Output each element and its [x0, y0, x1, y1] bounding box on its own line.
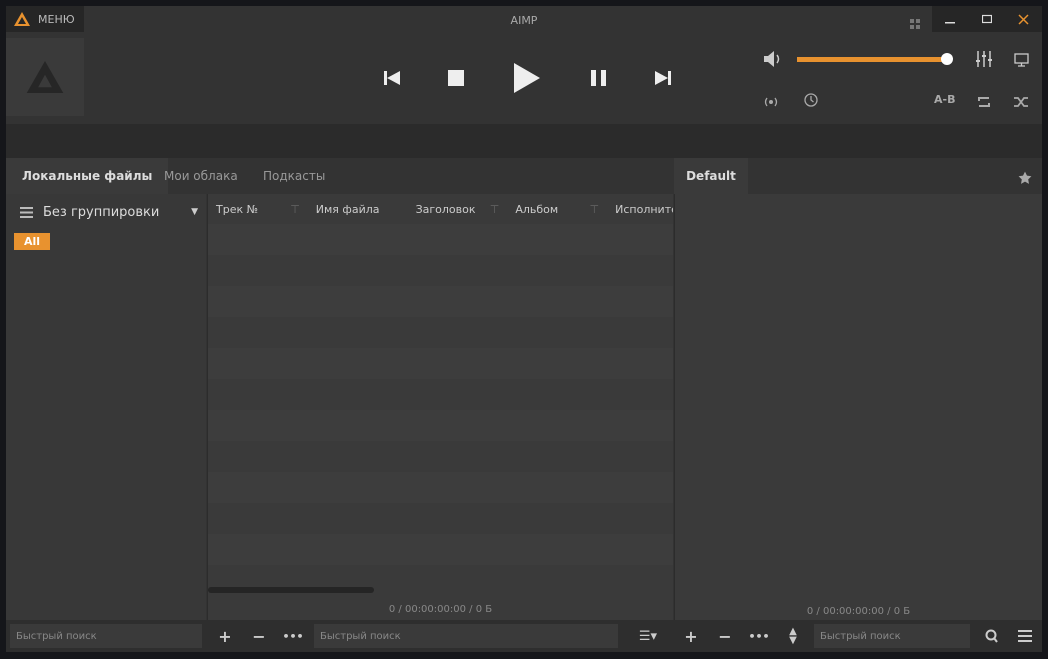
- sort-icon[interactable]: ▲ ▼: [782, 624, 804, 648]
- radio-icon[interactable]: [763, 93, 779, 112]
- previous-button[interactable]: [374, 60, 410, 96]
- sidebar-search-input[interactable]: Быстрый поиск: [10, 624, 202, 648]
- tab-local-files[interactable]: Локальные файлы: [6, 158, 169, 194]
- more-icon[interactable]: •••: [282, 624, 304, 648]
- maximize-button[interactable]: [969, 6, 1006, 32]
- footer-bar: Быстрый поиск + − ••• Быстрый поиск ☰▾ +…: [6, 620, 1042, 652]
- playlist-search-input[interactable]: Быстрый поиск: [814, 624, 970, 648]
- mini-mode-icon[interactable]: [910, 14, 920, 29]
- more-icon[interactable]: •••: [748, 624, 770, 648]
- playlist-menu-icon[interactable]: [1014, 624, 1036, 648]
- aimp-logo-icon: [26, 61, 64, 93]
- search-icon[interactable]: [980, 624, 1002, 648]
- horizontal-scrollbar[interactable]: [208, 587, 374, 593]
- stop-button[interactable]: [438, 60, 474, 96]
- table-header: Трек № ⊤ Имя файла Заголовок ⊤ Альбом ⊤ Исп…: [208, 194, 673, 224]
- volume-handle[interactable]: [941, 53, 953, 65]
- filter-all-badge[interactable]: All: [14, 233, 51, 250]
- close-button[interactable]: [1005, 6, 1042, 32]
- pause-button[interactable]: [581, 60, 617, 96]
- column-header[interactable]: Исполните: [607, 194, 673, 224]
- window-title: AIMP: [510, 14, 538, 27]
- column-header[interactable]: Имя файла: [308, 194, 408, 224]
- aimp-window: МЕНЮ AIMP A-B Локальные файлы Мои облака…: [6, 6, 1042, 652]
- star-icon[interactable]: [1018, 170, 1032, 189]
- shuffle-icon[interactable]: [1014, 93, 1029, 112]
- tab-my-clouds[interactable]: Мои облака: [148, 158, 254, 194]
- add-icon[interactable]: +: [214, 624, 236, 648]
- chevron-down-icon: ▼: [191, 207, 198, 217]
- play-button[interactable]: [509, 60, 545, 96]
- playlist-status: 0 / 00:00:00:00 / 0 Б: [806, 606, 911, 617]
- add-icon[interactable]: +: [680, 624, 702, 648]
- info-strip: [6, 124, 1042, 158]
- grouping-select[interactable]: Без группировки ▼: [6, 194, 206, 230]
- library-status: 0 / 00:00:00:00 / 0 Б: [388, 604, 493, 615]
- library-search-input[interactable]: Быстрый поиск: [314, 624, 618, 648]
- remove-icon[interactable]: −: [714, 624, 736, 648]
- column-header[interactable]: Трек № ⊤: [208, 194, 308, 224]
- minimize-button[interactable]: [932, 6, 969, 32]
- volume-fill: [797, 57, 947, 62]
- volume-icon[interactable]: [764, 51, 782, 71]
- playlist-panel: 0 / 00:00:00:00 / 0 Б: [674, 194, 1042, 620]
- repeat-icon[interactable]: [977, 93, 991, 112]
- remove-icon[interactable]: −: [248, 624, 270, 648]
- column-header[interactable]: Заголовок ⊤: [408, 194, 508, 224]
- column-header[interactable]: Альбом ⊤: [507, 194, 607, 224]
- tab-podcasts[interactable]: Подкасты: [247, 158, 341, 194]
- tab-playlist-default[interactable]: Default: [674, 158, 748, 194]
- album-art: [6, 38, 84, 116]
- ab-repeat-button[interactable]: A-B: [934, 93, 955, 106]
- visualization-icon[interactable]: [1014, 52, 1029, 71]
- next-button[interactable]: [645, 60, 681, 96]
- timer-icon[interactable]: [804, 92, 818, 111]
- grouping-label: Без группировки: [43, 204, 160, 220]
- library-table: Трек № ⊤ Имя файла Заголовок ⊤ Альбом ⊤ Исп…: [207, 194, 673, 620]
- hamburger-icon: [20, 206, 33, 218]
- view-menu-icon[interactable]: ☰▾: [630, 624, 666, 648]
- table-rows: [208, 224, 673, 585]
- window-controls: [932, 6, 1042, 32]
- equalizer-icon[interactable]: [976, 51, 992, 71]
- volume-slider[interactable]: [797, 53, 953, 65]
- library-sidebar: Без группировки ▼ All: [6, 194, 206, 620]
